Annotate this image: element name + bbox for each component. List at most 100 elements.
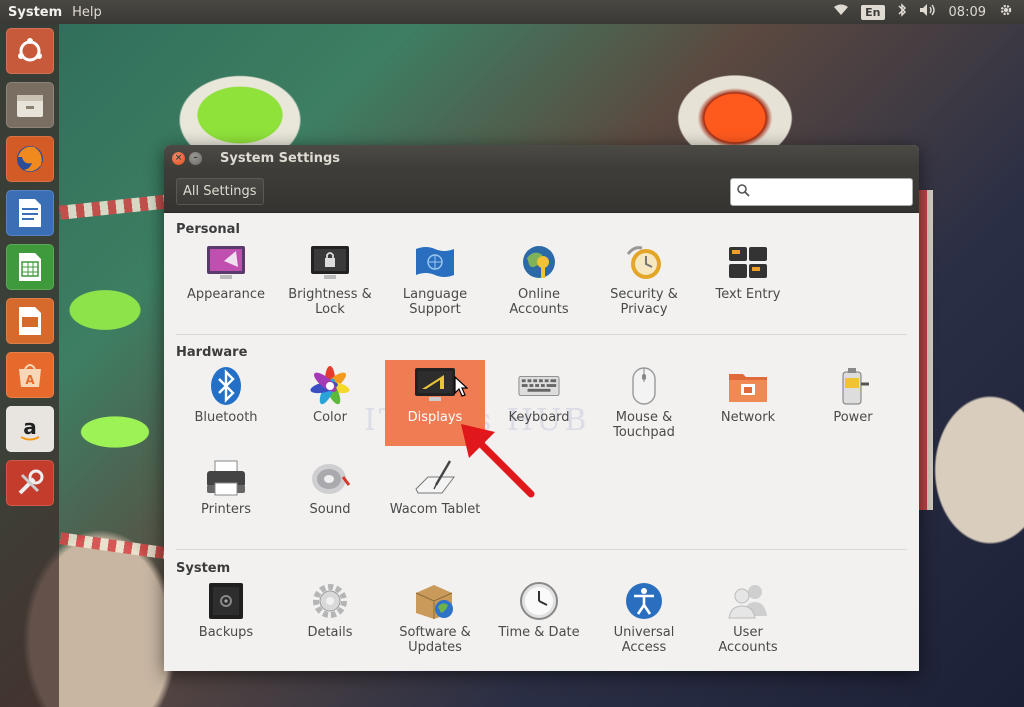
item-text-entry[interactable]: Text Entry [698,237,798,323]
item-power[interactable]: Power [803,360,903,446]
top-panel: System Help En 08:09 [0,0,1024,24]
search-field[interactable] [730,178,913,206]
item-network[interactable]: Network [698,360,798,446]
calc-icon[interactable] [5,244,54,290]
item-label: Language Support [402,287,468,317]
color-icon [309,366,351,406]
bluetooth-icon[interactable] [897,3,907,21]
item-printers[interactable]: Printers [176,452,276,538]
security-privacy-icon [623,243,665,283]
system-settings-launcher-icon[interactable] [5,460,54,506]
backups-safe-icon [205,581,247,621]
item-label: Backups [198,625,254,640]
item-label: Appearance [186,287,266,302]
app-name[interactable]: System [8,5,62,20]
network-icon [727,366,769,406]
amazon-icon[interactable]: a [5,406,54,452]
item-label: Sound [309,502,351,517]
annotation-arrow-icon [461,424,535,498]
details-gear-icon [309,581,351,621]
section-title-system: System [176,561,231,576]
item-label: Online Accounts [509,287,569,317]
software-center-icon[interactable]: A [5,352,54,398]
menu-help[interactable]: Help [72,5,102,20]
item-backups[interactable]: Backups [176,575,276,661]
top-menu: System Help [0,5,102,20]
item-universal-access[interactable]: Universal Access [594,575,694,661]
keyboard-icon [518,366,560,406]
svg-text:A: A [25,373,35,387]
writer-icon[interactable] [5,190,54,236]
section-title-hardware: Hardware [176,345,248,360]
universal-access-icon [623,581,665,621]
clock-icon [518,581,560,621]
firefox-icon[interactable] [5,136,54,182]
close-icon[interactable]: × [172,151,185,165]
item-security-privacy[interactable]: Security & Privacy [594,237,694,323]
item-label: Security & Privacy [610,287,678,317]
item-software-updates[interactable]: Software & Updates [385,575,485,661]
item-label: Text Entry [715,287,781,302]
item-time-date[interactable]: Time & Date [489,575,589,661]
gear-icon[interactable] [998,2,1014,22]
wacom-tablet-icon [414,458,456,498]
item-label: Brightness & Lock [288,287,372,317]
mouse-cursor-icon [454,376,468,397]
item-label: Power [833,410,873,425]
user-accounts-icon [727,581,769,621]
item-label: Bluetooth [194,410,258,425]
item-mouse-touchpad[interactable]: Mouse & Touchpad [594,360,694,446]
bluetooth-icon [205,366,247,406]
item-color[interactable]: Color [280,360,380,446]
wallpaper-stripe [59,194,171,220]
item-bluetooth[interactable]: Bluetooth [176,360,276,446]
indicators: En 08:09 [833,0,1014,24]
lock-screen-icon [309,243,351,283]
clock[interactable]: 08:09 [949,5,986,20]
item-label: Mouse & Touchpad [613,410,675,440]
keyboard-layout-indicator[interactable]: En [861,4,885,20]
item-sound[interactable]: Sound [280,452,380,538]
wallpaper-stripe [59,532,171,560]
section-divider [176,334,907,335]
toolbar: All Settings [164,171,919,213]
language-flag-icon [414,243,456,283]
item-label: Wacom Tablet [389,502,481,517]
item-online-accounts[interactable]: Online Accounts [489,237,589,323]
titlebar: × – System Settings [164,145,919,171]
printer-icon [205,458,247,498]
all-settings-button[interactable]: All Settings [176,178,264,205]
volume-icon[interactable] [919,3,937,21]
item-label: User Accounts [718,625,778,655]
window-title: System Settings [220,150,341,166]
svg-text:a: a [23,415,37,439]
search-input[interactable] [754,184,904,200]
section-title-personal: Personal [176,222,240,237]
wifi-icon[interactable] [833,4,849,20]
item-label: Time & Date [498,625,580,640]
item-user-accounts[interactable]: User Accounts [698,575,798,661]
wallpaper-stripe [919,190,933,510]
software-updates-icon [414,581,456,621]
mouse-icon [623,366,665,406]
sound-speaker-icon [309,458,351,498]
appearance-icon [205,243,247,283]
files-icon[interactable] [5,82,54,128]
item-label: Color [313,410,347,425]
search-icon [737,183,750,201]
section-divider [176,549,907,550]
item-language-support[interactable]: Language Support [385,237,485,323]
item-label: Printers [200,502,252,517]
minimize-icon[interactable]: – [189,151,202,165]
settings-content: IT Pros HUB Personal Appearance Brightne… [164,213,919,671]
item-appearance[interactable]: Appearance [176,237,276,323]
ubuntu-dash-icon[interactable] [5,28,54,74]
item-label: Software & Updates [399,625,471,655]
impress-icon[interactable] [5,298,54,344]
power-battery-icon [832,366,874,406]
launcher: A a [0,24,59,707]
item-details[interactable]: Details [280,575,380,661]
item-brightness-lock[interactable]: Brightness & Lock [280,237,380,323]
item-label: Universal Access [613,625,675,655]
system-settings-window: × – System Settings All Settings IT Pros… [164,145,919,671]
